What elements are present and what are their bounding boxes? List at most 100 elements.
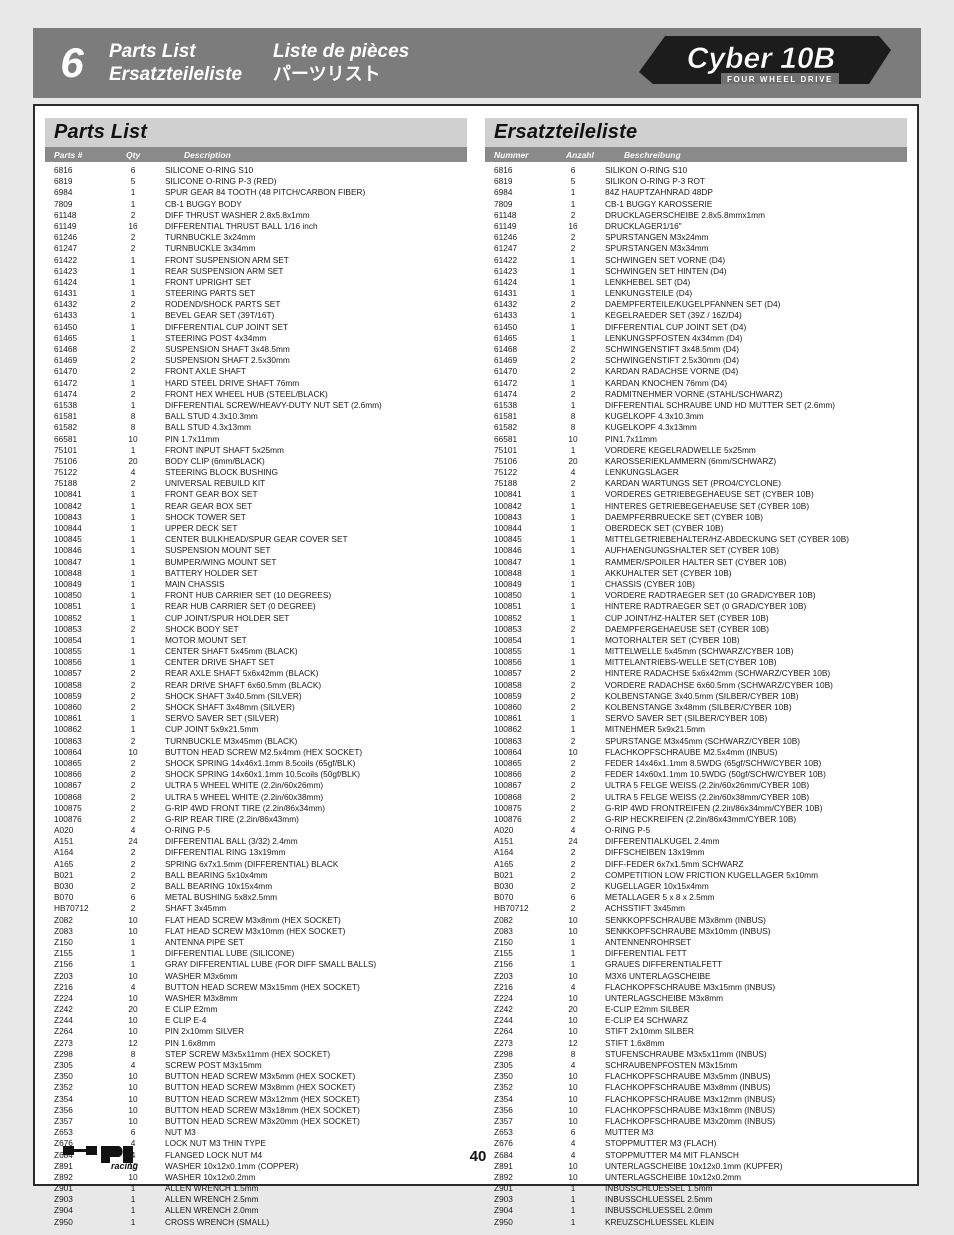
cell-part-number: Z305 <box>54 1060 73 1070</box>
cell-description: FLACHKOPFSCHRAUBE M3x8mm (INBUS) <box>605 1082 771 1093</box>
cell-part-number: 100859 <box>54 690 82 701</box>
table-row: 61422 1 SCHWINGEN SET VORNE (D4) <box>485 255 907 266</box>
table-row: 100845 1 MITTELGETRIEBEHALTER/HZ-ABDECKUNG… <box>485 534 907 545</box>
cell-quantity: 4 <box>130 1060 136 1070</box>
cell-part-number: 100846 <box>494 545 522 556</box>
table-row: 100866 2 SHOCK SPRING 14x60x1.1mm 10.5coil… <box>45 769 467 780</box>
cell-part-number: Z264 <box>494 1026 513 1037</box>
table-row: B030 2 KUGELLAGER 10x15x4mm <box>485 881 907 892</box>
cell-description: INBUSSCHLUESSEL 2.0mm <box>605 1205 713 1216</box>
cell-description: 84Z HAUPTZAHNRAD 48DP <box>605 187 713 198</box>
cell-part-number: Z901 <box>54 1183 73 1194</box>
cell-part-number: 100842 <box>54 500 82 511</box>
cell-part-number: Z903 <box>54 1194 73 1205</box>
cell-part-number: 100859 <box>494 690 522 701</box>
cell-quantity: 2 <box>130 769 136 780</box>
table-row: Z083 10 SENKKOPFSCHRAUBE M3x10mm (INBUS) <box>485 926 907 937</box>
cell-part-number: 100844 <box>494 523 522 533</box>
table-row: Z901 1 INBUSSCHLUESSEL 1.5mm <box>485 1183 907 1194</box>
table-row: Z352 10 FLACHKOPFSCHRAUBE M3x8mm (INBUS) <box>485 1082 907 1093</box>
table-row: Z264 10 PIN 2x10mm SILVER <box>45 1026 467 1037</box>
table-row: 100850 1 FRONT HUB CARRIER SET (10 DEGREES… <box>45 590 467 601</box>
table-row: 61470 2 KARDAN RADACHSE VORNE (D4) <box>485 366 907 377</box>
cell-part-number: 61432 <box>54 299 78 310</box>
cell-description: G-RIP 4WD FRONT TIRE (2.2in/86x34mm) <box>165 802 325 813</box>
cell-description: BATTERY HOLDER SET <box>165 567 258 578</box>
cell-quantity: 8 <box>130 1048 136 1059</box>
cell-description: DIFFERENTIALKUGEL 2.4mm <box>605 836 720 847</box>
cell-part-number: 100851 <box>54 601 82 612</box>
table-row: 61538 1 DIFFERENTIAL SCREW/HEAVY-DUTY NUT … <box>45 400 467 411</box>
cell-description: FRONT GEAR BOX SET <box>165 489 258 500</box>
cell-description: CENTER SHAFT 5x45mm (BLACK) <box>165 646 298 657</box>
cell-description: DIFFERENTIAL LUBE (SILICONE) <box>165 948 295 959</box>
table-row: Z150 1 ANTENNENROHRSET <box>485 937 907 948</box>
cell-description: KARDAN WARTUNGS SET (PRO4/CYCLONE) <box>605 478 781 489</box>
cell-description: VORDERE RADTRAEGER SET (10 GRAD/CYBER 10… <box>605 590 816 601</box>
cell-quantity: 10 <box>568 1015 578 1026</box>
cell-part-number: Z298 <box>54 1048 73 1059</box>
table-row: A164 2 DIFFSCHEIBEN 13x19mm <box>485 847 907 858</box>
cell-quantity: 1 <box>570 948 576 959</box>
cell-description: SHOCK SHAFT 3x40.5mm (SILVER) <box>165 690 302 701</box>
table-row: Z156 1 GRAY DIFFERENTIAL LUBE (FOR DIFF SM… <box>45 959 467 970</box>
cell-part-number: 100860 <box>54 702 82 712</box>
table-row: 61246 2 TURNBUCKLE 3x24mm <box>45 232 467 243</box>
cell-quantity: 1 <box>570 534 576 545</box>
cell-quantity: 24 <box>128 836 138 847</box>
cell-description: WASHER M3x8mm <box>165 992 238 1003</box>
cell-quantity: 2 <box>130 366 136 377</box>
cell-quantity: 2 <box>130 802 136 813</box>
cell-part-number: 6984 <box>54 187 73 198</box>
table-row: Z901 1 ALLEN WRENCH 1.5mm <box>45 1183 467 1194</box>
cell-part-number: 61474 <box>494 388 518 399</box>
cell-part-number: A164 <box>54 847 74 858</box>
cell-quantity: 4 <box>130 825 136 836</box>
cell-description: BALL BEARING 5x10x4mm <box>165 869 268 880</box>
cell-part-number: 100850 <box>54 590 82 601</box>
cell-part-number: Z264 <box>54 1026 73 1037</box>
cell-part-number: 61465 <box>494 332 518 343</box>
cell-description: FLACHKOPFSCHRAUBE M3x18mm (INBUS) <box>605 1104 776 1115</box>
cell-part-number: HB70712 <box>494 903 529 914</box>
cell-quantity: 1 <box>130 936 136 947</box>
cell-quantity: 4 <box>570 467 576 478</box>
cell-part-number: A164 <box>494 847 514 858</box>
cell-quantity: 1 <box>570 567 576 578</box>
cell-description: LENKHEBEL SET (D4) <box>605 276 691 287</box>
cell-part-number: 100857 <box>54 668 82 679</box>
table-row: Z244 10 E CLIP E-4 <box>45 1015 467 1026</box>
table-row: Z273 12 PIN 1.6x8mm <box>45 1038 467 1049</box>
cell-description: REAR GEAR BOX SET <box>165 500 253 511</box>
cell-description: FLAT HEAD SCREW M3x8mm (HEX SOCKET) <box>165 914 341 925</box>
table-row: Z904 1 ALLEN WRENCH 2.0mm <box>45 1205 467 1216</box>
cell-part-number: 61247 <box>494 243 518 254</box>
table-row: 100843 1 SHOCK TOWER SET <box>45 512 467 523</box>
cell-part-number: 100864 <box>494 746 522 757</box>
table-row: 61450 1 DIFFERENTIAL CUP JOINT SET (D4) <box>485 322 907 333</box>
cell-part-number: Z350 <box>494 1071 513 1082</box>
table-row: 100850 1 VORDERE RADTRAEGER SET (10 GRAD/C… <box>485 590 907 601</box>
cell-description: FEDER 14x46x1.1mm 8.5WDG (65gf/SCHW/CYBE… <box>605 757 822 768</box>
cell-quantity: 2 <box>130 388 136 399</box>
table-row: 100854 1 MOTOR MOUNT SET <box>45 635 467 646</box>
cell-description: FLACHKOPFSCHRAUBE M3x5mm (INBUS) <box>605 1071 771 1082</box>
cell-part-number: 100851 <box>494 601 522 612</box>
cell-part-number: HB70712 <box>54 903 89 914</box>
cell-quantity: 2 <box>570 478 576 489</box>
cell-description: MITTELANTRIEBS-WELLE SET(CYBER 10B) <box>605 657 777 668</box>
table-row: 100853 2 DAEMPFERGEHAEUSE SET (CYBER 10B) <box>485 624 907 635</box>
cell-quantity: 6 <box>570 165 576 175</box>
cell-description: KUGELLAGER 10x15x4mm <box>605 881 709 891</box>
table-row: 100859 2 SHOCK SHAFT 3x40.5mm (SILVER) <box>45 691 467 702</box>
cell-quantity: 1 <box>570 500 576 511</box>
cell-quantity: 2 <box>130 679 136 690</box>
cell-quantity: 1 <box>130 545 136 556</box>
cell-description: ALLEN WRENCH 1.5mm <box>165 1183 259 1194</box>
table-row: 100867 2 ULTRA 5 WHEEL WHITE (2.2in/60x26m… <box>45 780 467 791</box>
cell-quantity: 1 <box>570 310 576 321</box>
cell-quantity: 1 <box>130 556 136 567</box>
cell-part-number: 100844 <box>54 523 82 533</box>
cell-part-number: B021 <box>54 869 74 880</box>
cell-description: STEERING POST 4x34mm <box>165 332 267 343</box>
